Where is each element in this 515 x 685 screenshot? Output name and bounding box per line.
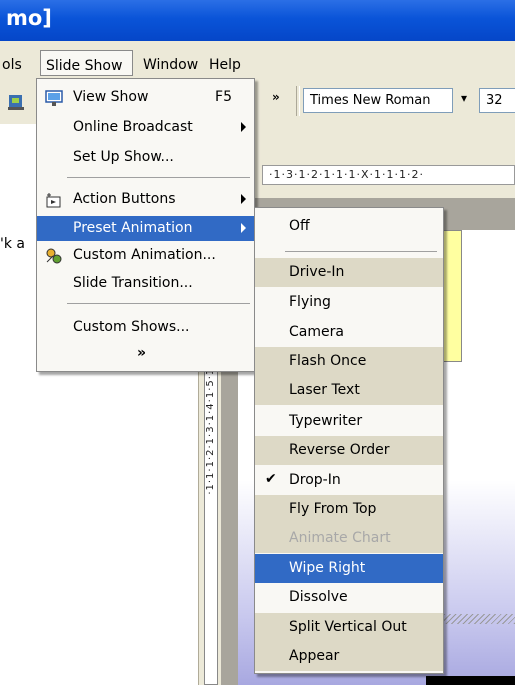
slide-hatch-pattern — [444, 614, 515, 624]
font-size-combo[interactable]: 32 — [479, 88, 515, 113]
menu-bar: ols Slide Show Window Help — [0, 48, 515, 78]
menu-tools[interactable]: ols — [2, 57, 22, 73]
submenu-arrow-icon — [241, 223, 246, 233]
slide-dark-shape — [426, 676, 515, 685]
toolbar-overflow-button[interactable]: » — [272, 90, 290, 110]
menu-item-action-buttons[interactable]: Action Buttons — [37, 187, 254, 212]
slide-show-menu: View Show F5 Online Broadcast Set Up Sho… — [36, 78, 255, 372]
action-buttons-icon — [45, 191, 63, 209]
menu-item-drive-in[interactable]: Drive-In — [255, 258, 443, 287]
toolbar-separator — [296, 86, 300, 116]
vertical-ruler-marks: ·1·1·1·2·1·3·1·4·1·5·1·6· — [205, 352, 216, 495]
menu-item-off[interactable]: Off — [255, 212, 443, 241]
font-name-dropdown-button[interactable]: ▾ — [455, 88, 477, 113]
menu-expand-button[interactable]: » — [37, 341, 254, 366]
horizontal-ruler[interactable]: ·1·3·1·2·1·1·1·X·1·1·1·2· — [262, 165, 515, 185]
custom-animation-icon — [45, 247, 63, 265]
font-name-value: Times New Roman — [310, 93, 431, 108]
menu-item-fly-from-top[interactable]: Fly From Top — [255, 495, 443, 524]
horizontal-ruler-marks: ·1·3·1·2·1·1·1·X·1·1·1·2· — [269, 168, 424, 181]
toolbar-app-icon[interactable] — [6, 92, 26, 112]
menu-item-custom-animation[interactable]: Custom Animation... — [37, 243, 254, 268]
menu-window[interactable]: Window — [143, 57, 198, 73]
menu-separator — [285, 251, 437, 252]
menu-item-flash-once[interactable]: Flash Once — [255, 347, 443, 376]
menu-item-appear[interactable]: Appear — [255, 642, 443, 671]
menu-slide-show-label: Slide Show — [46, 58, 123, 74]
menu-item-dissolve[interactable]: Dissolve — [255, 583, 443, 612]
menu-item-preset-animation[interactable]: Preset Animation — [37, 216, 254, 241]
menu-item-typewriter[interactable]: Typewriter — [255, 407, 443, 436]
expand-chevron-icon: » — [137, 345, 147, 361]
menu-item-camera[interactable]: Camera — [255, 318, 443, 347]
menu-item-flying[interactable]: Flying — [255, 288, 443, 317]
font-size-value: 32 — [486, 93, 503, 108]
menu-slide-show[interactable]: Slide Show — [40, 50, 133, 76]
title-bar: mo] — [0, 0, 515, 41]
view-show-icon — [45, 89, 63, 107]
menu-separator — [67, 303, 250, 304]
submenu-arrow-icon — [241, 194, 246, 204]
menu-item-online-broadcast[interactable]: Online Broadcast — [37, 115, 254, 140]
menu-item-split-vertical-out[interactable]: Split Vertical Out — [255, 613, 443, 642]
menu-item-custom-shows[interactable]: Custom Shows... — [37, 315, 254, 340]
chevron-down-icon: ▾ — [461, 91, 468, 105]
menu-item-drop-in[interactable]: ✔ Drop-In — [255, 466, 443, 495]
window-title: mo] — [6, 6, 52, 30]
checkmark-icon: ✔ — [265, 471, 277, 487]
menu-item-laser-text[interactable]: Laser Text — [255, 376, 443, 405]
menu-help[interactable]: Help — [209, 57, 241, 73]
submenu-arrow-icon — [241, 122, 246, 132]
menu-separator — [67, 177, 250, 178]
menu-item-set-up-show[interactable]: Set Up Show... — [37, 145, 254, 170]
preset-animation-menu: Off Drive-In Flying Camera Flash Once La… — [254, 207, 444, 674]
menu-item-animate-chart: Animate Chart — [255, 524, 443, 553]
outline-text-fragment: 'k a — [0, 236, 25, 252]
menu-item-wipe-right[interactable]: Wipe Right — [255, 554, 443, 583]
menu-item-view-show[interactable]: View Show F5 — [37, 85, 254, 110]
font-name-combo[interactable]: Times New Roman — [303, 88, 453, 113]
menu-item-slide-transition[interactable]: Slide Transition... — [37, 271, 254, 296]
menu-item-reverse-order[interactable]: Reverse Order — [255, 436, 443, 465]
